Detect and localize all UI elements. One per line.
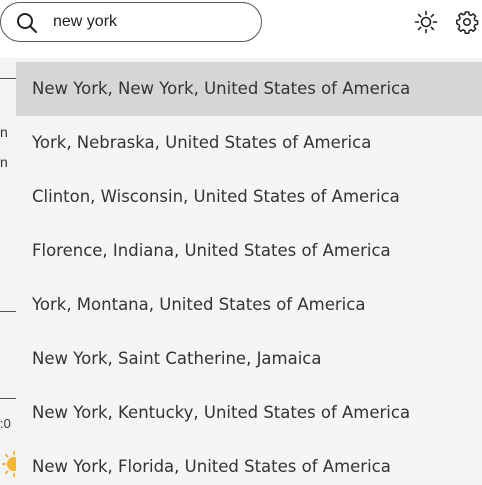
search-icon xyxy=(17,13,37,33)
suggestion-item[interactable]: Clinton, Wisconsin, United States of Ame… xyxy=(16,170,482,224)
suggestion-item[interactable]: York, Montana, United States of America xyxy=(16,278,482,332)
suggestion-item[interactable]: York, Nebraska, United States of America xyxy=(16,116,482,170)
gear-icon[interactable] xyxy=(455,10,479,34)
location-suggestions-dropdown: New York, New York, United States of Ame… xyxy=(16,62,482,485)
suggestion-item[interactable]: New York, New York, United States of Ame… xyxy=(16,62,482,116)
background-text-fragment: n xyxy=(0,154,8,170)
divider xyxy=(0,311,16,312)
divider xyxy=(0,78,16,79)
divider xyxy=(0,398,16,399)
search-box[interactable] xyxy=(0,2,262,42)
search-input[interactable] xyxy=(53,9,253,35)
background-time-fragment: :0 xyxy=(0,416,11,431)
sun-icon[interactable] xyxy=(414,10,438,34)
background-text-fragment: n xyxy=(0,124,8,140)
suggestion-item[interactable]: New York, Kentucky, United States of Ame… xyxy=(16,386,482,440)
weather-sun-icon xyxy=(2,451,16,477)
suggestion-item[interactable]: New York, Florida, United States of Amer… xyxy=(16,440,482,485)
top-bar xyxy=(0,0,482,48)
suggestion-item[interactable]: New York, Saint Catherine, Jamaica xyxy=(16,332,482,386)
suggestion-item[interactable]: Florence, Indiana, United States of Amer… xyxy=(16,224,482,278)
